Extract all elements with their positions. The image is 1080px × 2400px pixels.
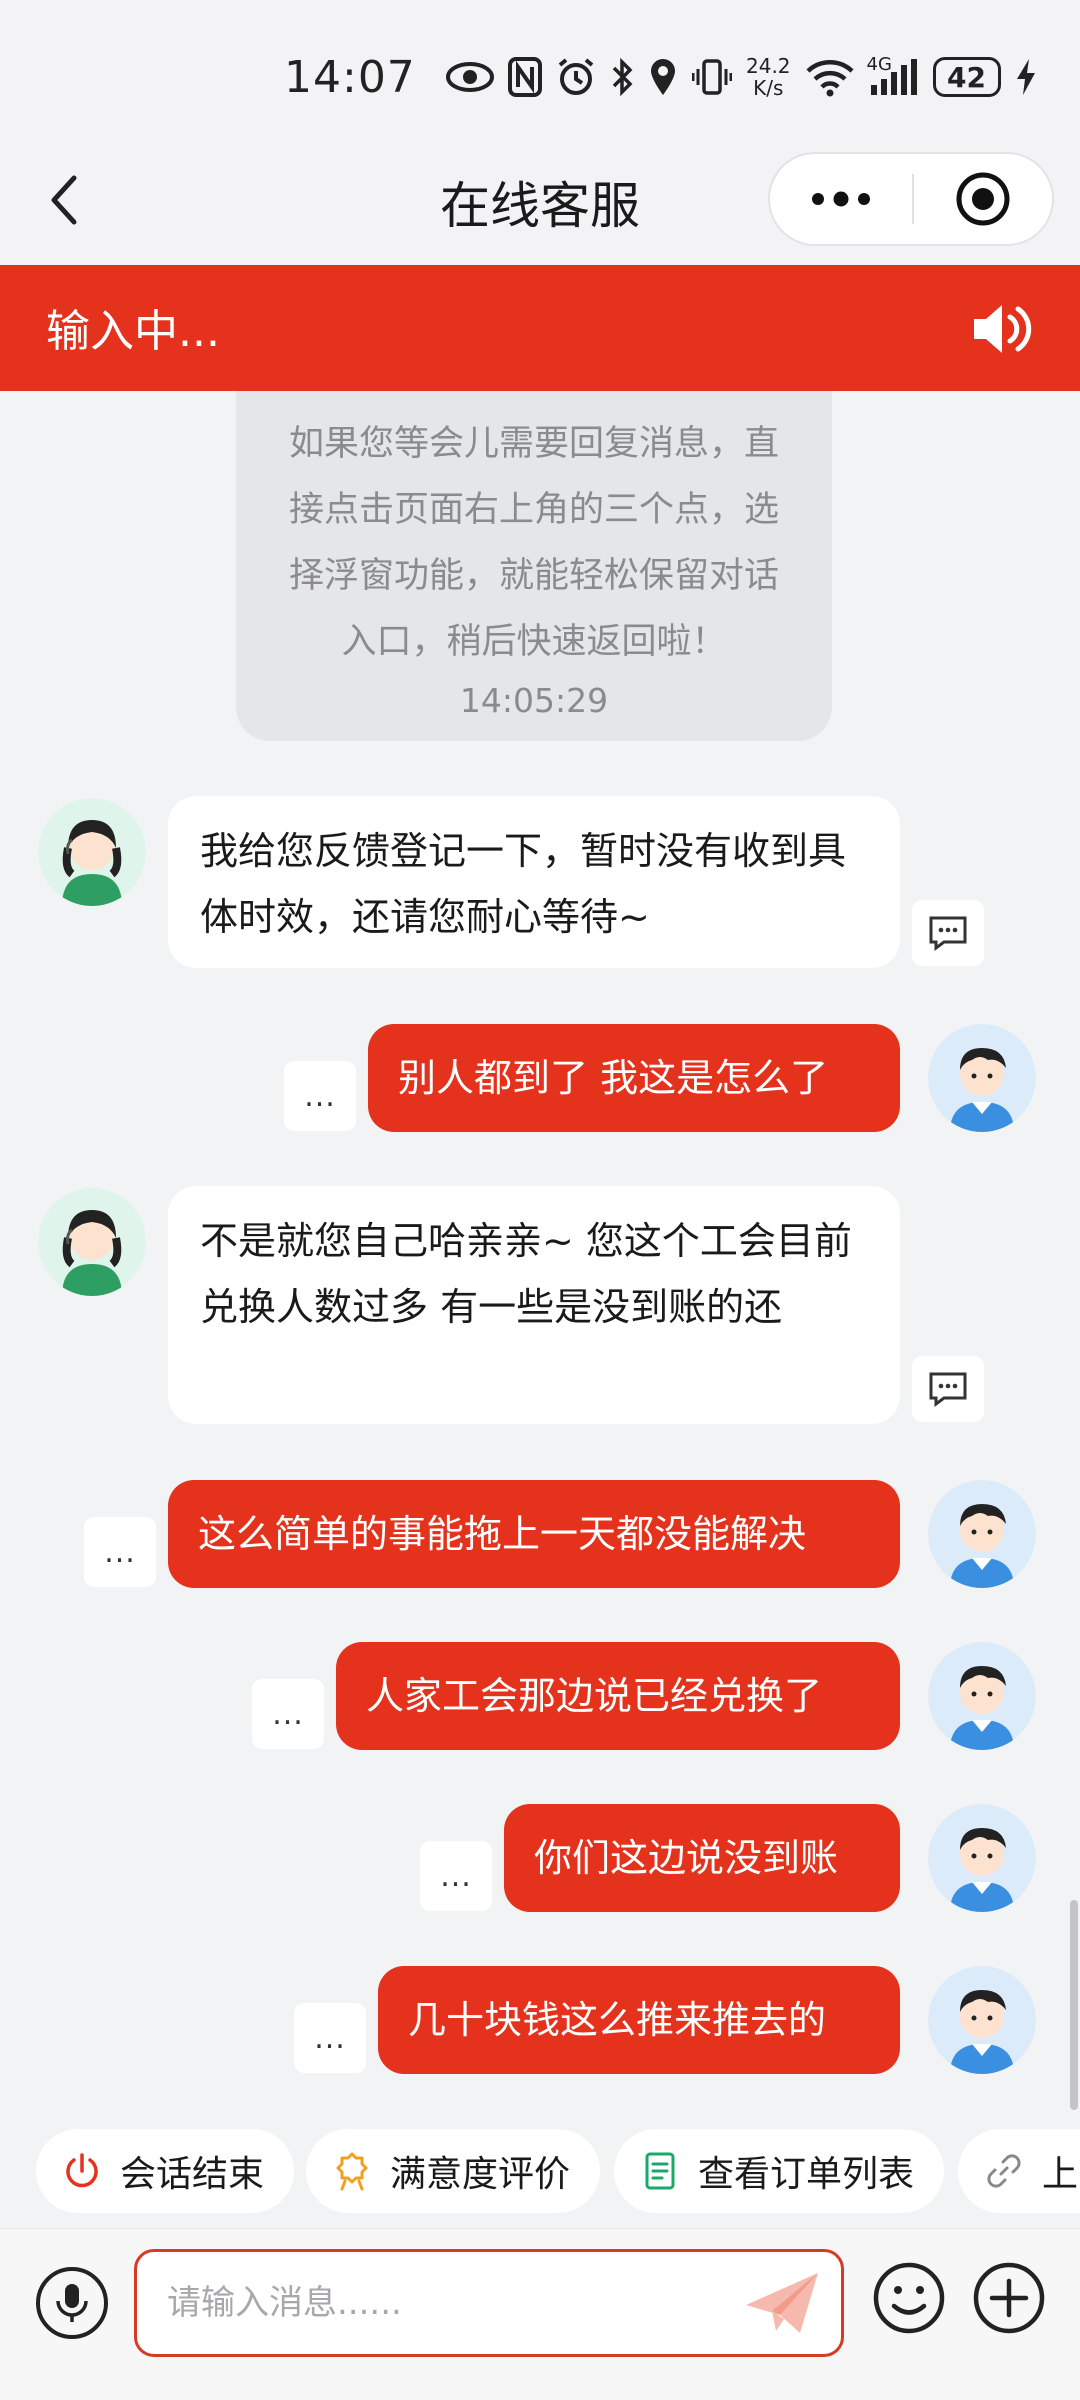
end-session-button[interactable]: 会话结束 [36,2129,294,2213]
typing-status-text: 输入中... [46,306,220,357]
plus-circle-icon [973,2262,1045,2334]
capsule-more-button[interactable] [770,154,912,244]
chat-scrollbar[interactable] [1070,1900,1078,2110]
view-order-list-button[interactable]: 查看订单列表 [614,2129,944,2213]
nav-bar: 在线客服 [0,150,1080,265]
agent-avatar[interactable] [38,1188,146,1296]
status-bar: 14:07 24.2 K/s 4G 42 [0,0,1080,150]
message-more-button[interactable]: ... [294,2003,366,2073]
typing-status-bar: 输入中... [0,265,1080,391]
nfc-icon [508,52,542,102]
user-message-bubble: 几十块钱这么推来推去的 [378,1966,900,2074]
message-input-box [134,2249,844,2357]
message-more-button[interactable]: ... [252,1679,324,1749]
battery-indicator: 42 [932,57,1001,97]
emoji-button[interactable] [872,2261,946,2335]
network-type: 4G [866,54,892,75]
user-avatar[interactable] [928,1966,1036,2074]
user-message-bubble: 这么简单的事能拖上一天都没能解决 [168,1480,900,1588]
message-more-button[interactable]: ... [420,1841,492,1911]
agent-avatar[interactable] [38,798,146,906]
speaker-icon[interactable] [970,299,1034,359]
user-message-bubble: 人家工会那边说已经兑换了 [336,1642,900,1750]
power-icon [66,2153,98,2188]
satisfaction-rating-button[interactable]: 满意度评价 [306,2129,600,2213]
bluetooth-icon [610,52,634,102]
capsule-close-button[interactable] [914,154,1052,244]
user-message-bubble: 你们这边说没到账 [504,1804,900,1912]
message-more-button[interactable]: ... [84,1517,156,1587]
message-input-area [0,2228,1080,2400]
user-avatar[interactable] [928,1804,1036,1912]
microphone-icon [56,2284,88,2322]
more-dots-icon [812,191,870,207]
agent-message-bubble: 我给您反馈登记一下，暂时没有收到具体时效，还请您耐心等待~ [168,796,900,968]
message-input[interactable] [167,2252,727,2354]
net-speed-unit: K/s [753,76,784,100]
network-speed: 24.2 K/s [746,55,791,99]
agent-message-bubble: 不是就您自己哈亲亲~ 您这个工会目前兑换人数过多 有一些是没到账的还 [168,1186,900,1424]
satisfaction-rating-label: 满意度评价 [390,2154,571,2195]
link-icon [987,2154,1021,2188]
user-avatar[interactable] [928,1480,1036,1588]
upload-button[interactable]: 上 [958,2129,1080,2213]
feedback-button[interactable] [912,1356,984,1422]
location-icon [648,52,678,102]
comment-icon [929,1372,967,1407]
system-tip-text: 如果您等会儿需要回复消息，直接点击页面右上角的三个点，选择浮窗功能，就能轻松保留… [288,424,779,662]
vibrate-icon [692,52,732,102]
status-icons: 24.2 K/s 4G 42 [446,52,1037,102]
view-order-list-label: 查看订单列表 [698,2154,915,2195]
send-button[interactable] [737,2266,827,2340]
net-speed-value: 24.2 [746,54,791,78]
system-tip-bubble: 如果您等会儿需要回复消息，直接点击页面右上角的三个点，选择浮窗功能，就能轻松保留… [236,391,832,741]
more-functions-button[interactable] [972,2261,1046,2335]
wifi-icon [805,52,855,102]
comment-icon [929,916,967,951]
user-avatar[interactable] [928,1642,1036,1750]
alarm-icon [556,52,596,102]
eye-icon [446,52,494,102]
smiley-icon [873,2262,945,2334]
send-paper-plane-icon [746,2273,818,2333]
user-avatar[interactable] [928,1024,1036,1132]
mini-program-capsule [768,152,1054,246]
target-close-icon [956,172,1010,226]
upload-label: 上 [1042,2154,1079,2195]
award-icon [336,2152,368,2191]
feedback-button[interactable] [912,900,984,966]
signal-icon: 4G [866,52,919,102]
status-time: 14:07 [284,52,416,103]
user-message-bubble: 别人都到了 我这是怎么了 [368,1024,900,1132]
quick-actions-bar: 会话结束 满意度评价 查看订单列表 上 [0,2125,1080,2225]
system-tip-time: 14:05:29 [459,681,609,720]
voice-input-button[interactable] [36,2267,108,2339]
message-more-button[interactable]: ... [284,1061,356,1131]
end-session-label: 会话结束 [120,2154,265,2195]
document-icon [645,2152,675,2190]
charging-icon [1015,52,1037,102]
